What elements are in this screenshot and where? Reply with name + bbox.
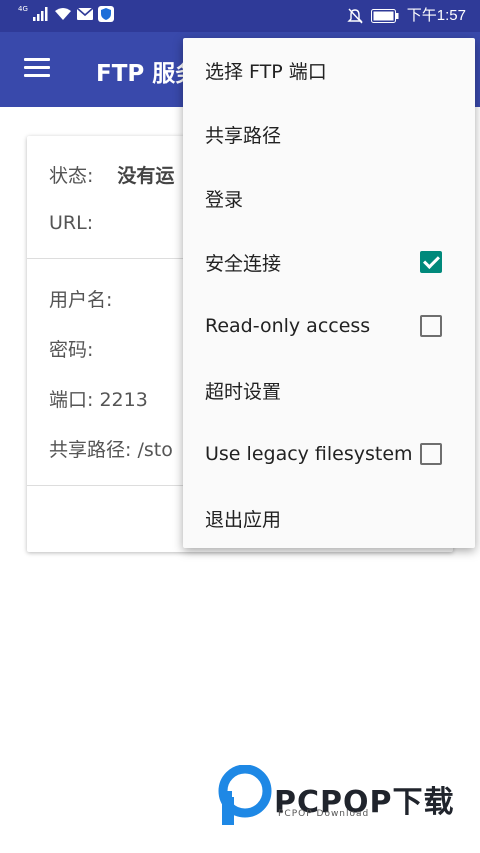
menu-item-select-port[interactable]: 选择 FTP 端口 xyxy=(183,38,475,102)
menu-item-label: 安全连接 xyxy=(205,252,282,275)
wifi-icon xyxy=(54,8,71,20)
menu-item-exit[interactable]: 退出应用 xyxy=(183,486,475,550)
menu-item-label: Use legacy filesystem xyxy=(205,443,413,465)
menu-item-label: 退出应用 xyxy=(205,508,282,531)
watermark-subtitle: PCPOP Download xyxy=(278,809,370,819)
username-label: 用户名: xyxy=(49,289,113,311)
secure-connection-checkbox[interactable] xyxy=(420,251,442,273)
status-value: 没有运 xyxy=(117,165,175,187)
menu-item-legacy-filesystem[interactable]: Use legacy filesystem xyxy=(183,422,475,486)
menu-item-login[interactable]: 登录 xyxy=(183,166,475,230)
status-bar: 4G 下午1:57 xyxy=(0,0,480,32)
share-path-text: 共享路径: /sto xyxy=(49,439,173,461)
status-time: 下午1:57 xyxy=(406,7,466,24)
menu-item-label: 超时设置 xyxy=(205,380,282,403)
menu-item-label: 共享路径 xyxy=(205,124,282,147)
battery-icon xyxy=(370,9,399,23)
watermark: PCPOP下载 PCPOP Download xyxy=(218,765,468,825)
read-only-checkbox[interactable] xyxy=(420,315,442,337)
status-right-icons: 下午1:57 xyxy=(347,6,466,26)
status-left-icons: 4G xyxy=(18,5,114,22)
mail-icon xyxy=(76,8,93,20)
menu-item-label: 登录 xyxy=(205,188,244,211)
url-label: URL: xyxy=(49,212,94,234)
menu-item-read-only[interactable]: Read-only access xyxy=(183,294,475,358)
legacy-filesystem-checkbox[interactable] xyxy=(420,443,442,465)
password-label: 密码: xyxy=(49,339,94,361)
menu-drawer-icon[interactable] xyxy=(24,58,50,78)
menu-item-share-path[interactable]: 共享路径 xyxy=(183,102,475,166)
menu-item-secure-connection[interactable]: 安全连接 xyxy=(183,230,475,294)
menu-item-label: 选择 FTP 端口 xyxy=(205,60,327,83)
port-text: 端口: 2213 xyxy=(49,389,148,411)
pcpop-logo-icon xyxy=(218,765,272,825)
status-label: 状态: xyxy=(49,165,94,187)
status-row: 状态: 没有运 xyxy=(49,161,174,188)
shield-icon xyxy=(97,6,114,22)
signal-icon xyxy=(32,7,48,21)
overflow-menu: 选择 FTP 端口 共享路径 登录 安全连接 Read-only access … xyxy=(183,38,475,548)
menu-item-timeout[interactable]: 超时设置 xyxy=(183,358,475,422)
network-type-label: 4G xyxy=(18,5,28,13)
mute-bell-icon xyxy=(347,8,363,24)
menu-item-label: Read-only access xyxy=(205,315,371,337)
